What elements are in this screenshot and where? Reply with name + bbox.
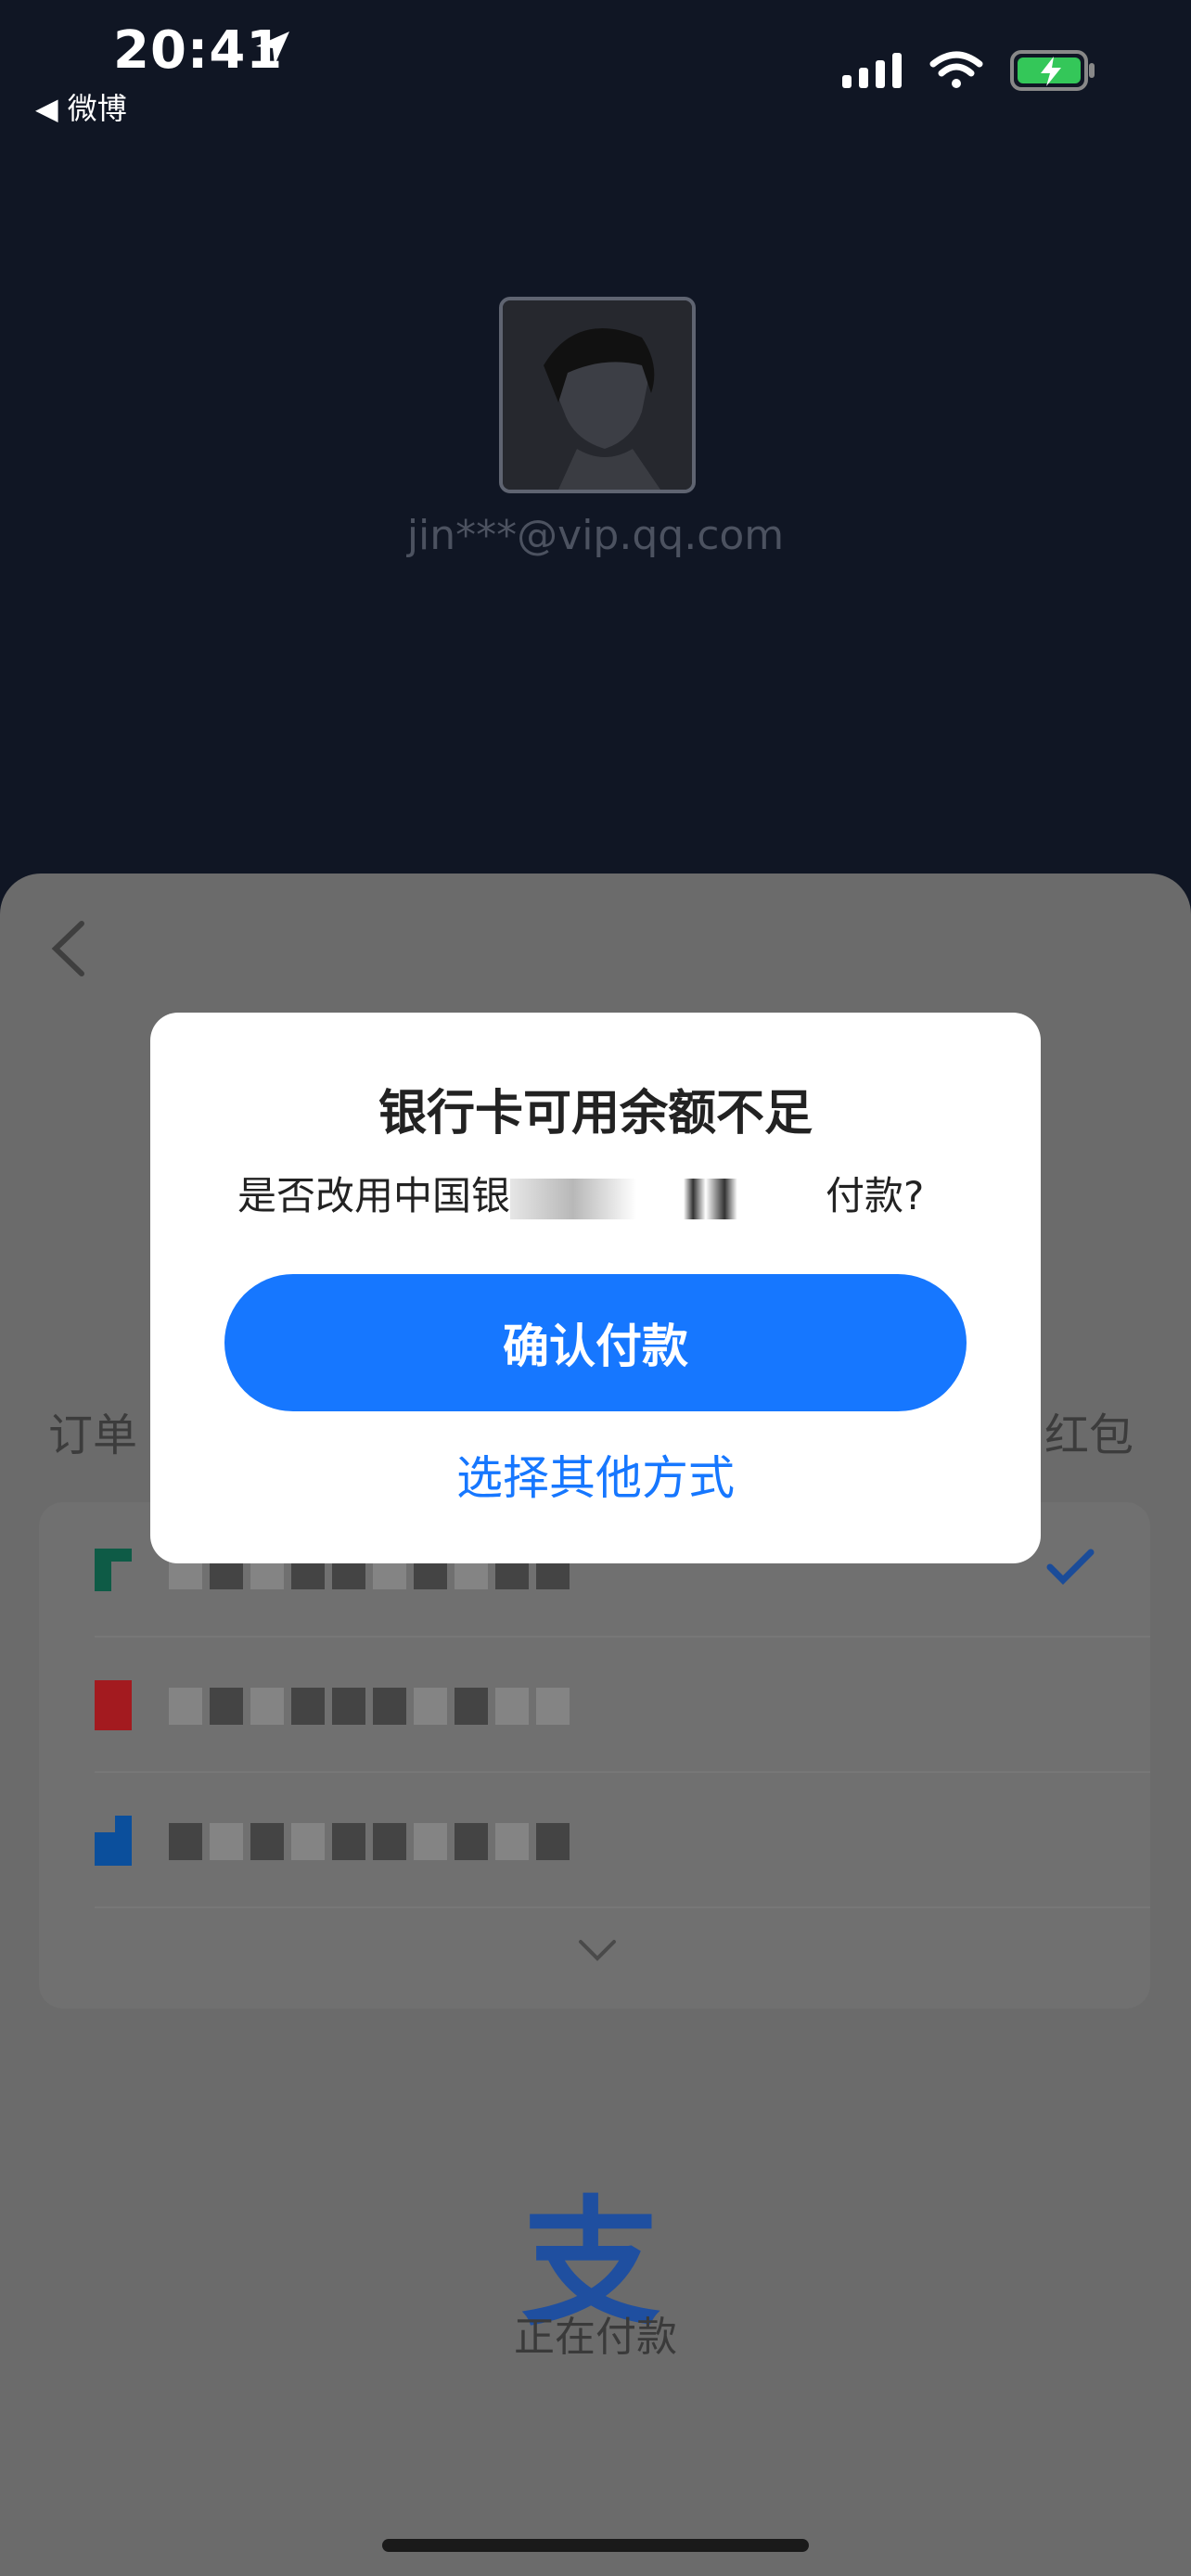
bank-logo-icon [95,1549,132,1591]
location-arrow-icon [252,28,293,72]
masked-card-name [169,1823,570,1860]
status-icons [842,43,1098,98]
checkmark-icon [1046,1549,1095,1585]
battery-charging-icon [1010,50,1095,91]
payment-method-row[interactable] [39,1638,1150,1773]
home-indicator[interactable] [382,2539,809,2552]
bank-logo-icon [95,1816,132,1866]
dialog-message-prefix: 是否改用中国银 [237,1173,511,1218]
dialog-message: 是否改用中国银 付款? [237,1165,924,1221]
choose-other-method-link[interactable]: 选择其他方式 [150,1441,1041,1508]
masked-card-name [169,1688,570,1725]
bank-logo-icon [95,1680,132,1730]
back-chevron-icon[interactable] [46,918,89,983]
signal-icon [842,53,902,88]
insufficient-balance-dialog: 银行卡可用余额不足 是否改用中国银 付款? 确认付款 选择其他方式 [150,1013,1041,1563]
dialog-title: 银行卡可用余额不足 [378,1086,813,1141]
payment-methods-card [39,1502,1150,2009]
avatar [499,297,696,493]
order-info-label: 订单 [48,1409,138,1461]
paying-status-text: 正在付款 [514,2314,677,2361]
expand-chevron-icon[interactable] [577,1938,618,1966]
red-packet-label[interactable]: 红包 [1044,1398,1133,1463]
back-to-app-link[interactable]: ◀ 微博 [35,85,127,128]
confirm-payment-button[interactable]: 确认付款 [224,1274,967,1411]
dialog-message-suffix: 付款? [826,1173,925,1218]
account-email: jin***@vip.qq.com [406,512,785,559]
masked-bank-name [510,1178,826,1219]
payment-method-row[interactable] [39,1773,1150,1908]
wifi-icon [929,51,983,88]
